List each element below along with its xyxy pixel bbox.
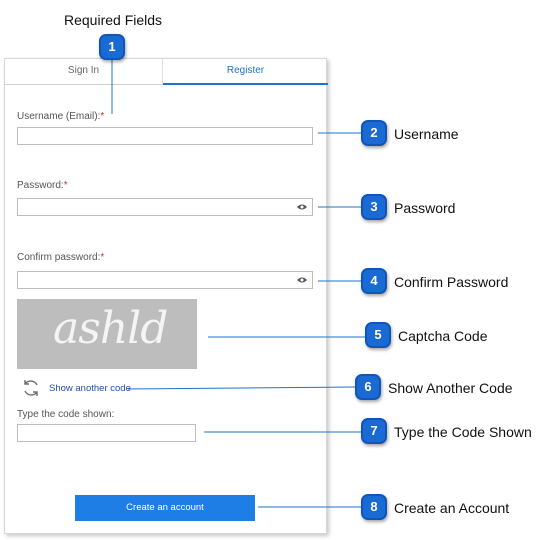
callout-badge-8: 8	[361, 494, 387, 520]
required-mark: *	[100, 252, 105, 263]
confirm-password-input[interactable]	[17, 271, 313, 289]
captcha-input[interactable]	[17, 424, 196, 442]
callout-badge-2: 2	[361, 120, 387, 146]
confirm-password-label: Confirm password:*	[17, 252, 104, 263]
callout-label-captcha-code: Captcha Code	[398, 328, 488, 344]
callout-label-create-account: Create an Account	[394, 500, 510, 516]
tab-register[interactable]: Register	[163, 59, 328, 85]
callout-label-username: Username	[394, 126, 459, 142]
callout-badge-6: 6	[355, 374, 381, 400]
confirm-password-label-text: Confirm password:	[17, 252, 101, 263]
password-input[interactable]	[17, 198, 313, 216]
callout-badge-7: 7	[361, 418, 387, 444]
captcha-image: ashld	[17, 299, 197, 369]
type-code-label: Type the code shown:	[17, 409, 115, 420]
required-mark: *	[63, 180, 68, 191]
refresh-icon[interactable]	[21, 378, 41, 398]
username-input[interactable]	[17, 127, 313, 145]
callout-label-show-another-code: Show Another Code	[388, 380, 513, 396]
create-account-button[interactable]: Create an account	[75, 495, 255, 521]
callout-badge-4: 4	[361, 268, 387, 294]
callout-badge-3: 3	[361, 194, 387, 220]
tab-bar: Sign In Register	[5, 59, 328, 85]
show-password-eye-icon[interactable]	[297, 203, 307, 211]
required-mark: *	[100, 111, 105, 122]
register-panel: Sign In Register Username (Email):* Pass…	[4, 58, 328, 534]
callout-badge-1: 1	[99, 34, 125, 60]
callout-badge-5: 5	[365, 322, 391, 348]
callout-label-password: Password	[394, 200, 456, 216]
callout-label-type-code: Type the Code Shown	[394, 424, 532, 440]
username-label: Username (Email):*	[17, 111, 104, 122]
username-label-text: Username (Email):	[17, 111, 101, 122]
show-confirm-password-eye-icon[interactable]	[297, 276, 307, 284]
password-label-text: Password:	[17, 180, 64, 191]
tab-sign-in[interactable]: Sign In	[5, 59, 163, 85]
callout-label-confirm-password: Confirm Password	[394, 274, 509, 290]
password-label: Password:*	[17, 180, 68, 191]
show-another-code-link[interactable]: Show another code	[49, 383, 131, 394]
required-fields-caption: Required Fields	[64, 12, 163, 28]
captcha-text: ashld	[53, 303, 168, 354]
